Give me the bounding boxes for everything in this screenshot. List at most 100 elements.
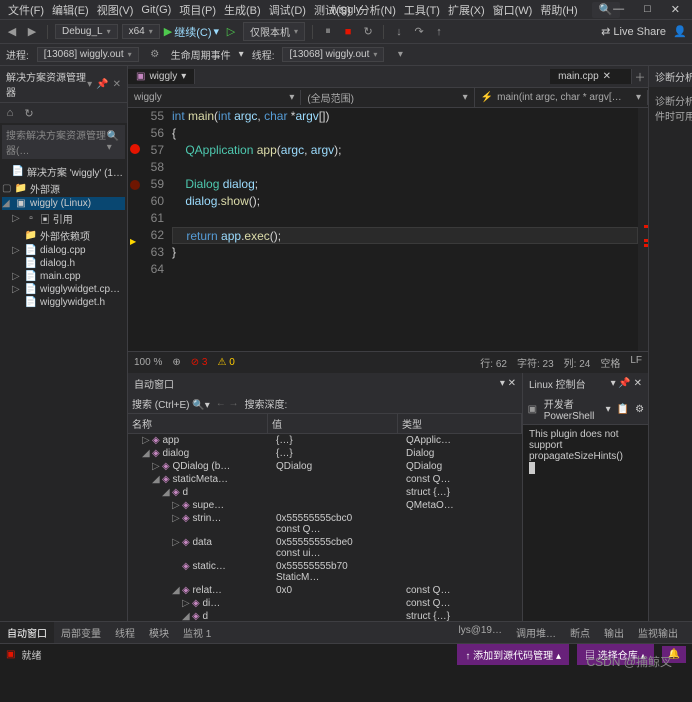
autos-row[interactable]: ▷◈ di…const Q… bbox=[128, 597, 522, 610]
tab-modules[interactable]: 模块 bbox=[142, 622, 176, 643]
close-icon[interactable]: ✕ bbox=[667, 1, 684, 18]
tab-watch-output[interactable]: 监视输出 bbox=[631, 622, 685, 643]
menu-git[interactable]: Git(G) bbox=[137, 2, 175, 18]
continue-button[interactable]: ▶继续(C)▾ bbox=[164, 24, 219, 40]
tree-item[interactable]: ◢▣wiggly (Linux) bbox=[2, 197, 125, 210]
line-indicator[interactable]: 行: 62 bbox=[480, 355, 507, 370]
nav-project[interactable]: wiggly▾ bbox=[128, 90, 301, 105]
tree-item[interactable]: ▷📄wigglywidget.cp… bbox=[2, 283, 125, 296]
back-icon[interactable]: ◀ bbox=[4, 24, 20, 40]
editor-tab-main[interactable]: main.cpp ✕ bbox=[550, 69, 632, 84]
autos-row[interactable]: ◢◈ dialog{…}Dialog bbox=[128, 447, 522, 460]
autos-panel: 自动窗口▾ ✕ 搜索 (Ctrl+E) 🔍▾ ← → 搜索深度: 名称 值 类型 bbox=[128, 373, 523, 621]
new-tab-icon[interactable]: ＋ bbox=[632, 69, 648, 85]
tab-close-icon[interactable]: ✕ bbox=[603, 71, 611, 82]
autos-row[interactable]: ◢◈ relat…0x0const Q… bbox=[128, 584, 522, 597]
menu-debug[interactable]: 调试(D) bbox=[265, 0, 310, 20]
error-count[interactable]: ⊘ 3 bbox=[191, 357, 208, 368]
tab-remote[interactable]: lys@19… bbox=[452, 622, 510, 643]
tree-item[interactable]: 📁外部依赖项 bbox=[2, 227, 125, 244]
lifecycle-icon[interactable]: ⚙ bbox=[147, 47, 163, 63]
run-without-debug-icon[interactable]: ▷ bbox=[223, 24, 239, 40]
tree-item[interactable]: 📄wigglywidget.h bbox=[2, 296, 125, 309]
project-pill[interactable]: ▣ wiggly ▾ bbox=[128, 69, 195, 84]
menu-edit[interactable]: 编辑(E) bbox=[48, 0, 93, 20]
menu-help[interactable]: 帮助(H) bbox=[536, 0, 581, 20]
col-type[interactable]: 类型 bbox=[398, 414, 522, 433]
step-out-icon[interactable]: ↑ bbox=[431, 24, 447, 40]
minimap[interactable] bbox=[638, 108, 648, 351]
solution-search[interactable]: 搜索解决方案资源管理器(… 🔍▾ bbox=[2, 125, 125, 159]
autos-row[interactable]: ◈ static…0x55555555b70 StaticM… bbox=[128, 560, 522, 584]
eol-indicator[interactable]: LF bbox=[630, 355, 642, 370]
tree-item[interactable]: ▢📁外部源 bbox=[2, 180, 125, 197]
stop-icon[interactable]: ■ bbox=[340, 24, 356, 40]
tree-item[interactable]: ▷📄dialog.cpp bbox=[2, 244, 125, 257]
terminal-icon[interactable]: ▣ bbox=[527, 401, 538, 417]
account-icon[interactable]: 👤 bbox=[672, 24, 688, 40]
menu-build[interactable]: 生成(B) bbox=[220, 0, 265, 20]
tab-threads[interactable]: 线程 bbox=[108, 622, 142, 643]
live-share-button[interactable]: ⇄ Live Share bbox=[601, 25, 666, 38]
thread-selector[interactable]: [13068] wiggly.out▾ bbox=[282, 47, 384, 62]
home-icon[interactable]: ⌂ bbox=[2, 105, 18, 121]
tree-item[interactable]: 📄dialog.h bbox=[2, 257, 125, 270]
pin-icon[interactable]: 📌 bbox=[96, 79, 108, 90]
console-output[interactable]: This plugin does not support propagateSi… bbox=[523, 425, 648, 621]
tab-output[interactable]: 输出 bbox=[597, 622, 631, 643]
add-to-source-control[interactable]: ↑ 添加到源代码管理 ▴ bbox=[457, 644, 569, 665]
nav-scope[interactable]: (全局范围)▾ bbox=[301, 88, 474, 107]
autos-row[interactable]: ◢◈ dstruct {…} bbox=[128, 486, 522, 499]
minimize-icon[interactable]: — bbox=[609, 1, 628, 18]
notifications-icon[interactable]: 🔔 bbox=[662, 646, 686, 663]
process-selector[interactable]: [13068] wiggly.out▾ bbox=[37, 47, 139, 62]
menu-view[interactable]: 视图(V) bbox=[93, 0, 138, 20]
maximize-icon[interactable]: □ bbox=[640, 1, 655, 18]
debug-mode-selector[interactable]: 仅限本机▾ bbox=[243, 22, 305, 41]
forward-icon[interactable]: ▶ bbox=[24, 24, 40, 40]
pause-icon[interactable]: ⏸ bbox=[320, 24, 336, 40]
autos-row[interactable]: ▷◈ QDialog (b…QDialogQDialog bbox=[128, 460, 522, 473]
config-selector[interactable]: Debug_L▾ bbox=[55, 24, 118, 39]
autos-row[interactable]: ▷◈ app{…}QApplic… bbox=[128, 434, 522, 447]
warning-count[interactable]: ⚠ 0 bbox=[217, 357, 234, 368]
autos-row[interactable]: ▷◈ data0x55555555cbe0 const ui… bbox=[128, 536, 522, 560]
restart-icon[interactable]: ↻ bbox=[360, 24, 376, 40]
autos-row[interactable]: ▷◈ supe…QMetaO… bbox=[128, 499, 522, 512]
nav-icon[interactable]: ⊕ bbox=[172, 357, 180, 368]
menu-project[interactable]: 项目(P) bbox=[175, 0, 220, 20]
autos-search[interactable]: 搜索 (Ctrl+E) 🔍▾ bbox=[132, 396, 210, 411]
tree-item[interactable]: ▷📄main.cpp bbox=[2, 270, 125, 283]
step-into-icon[interactable]: ↓ bbox=[391, 24, 407, 40]
tree-item[interactable]: ▷▫▣ 引用 bbox=[2, 210, 125, 227]
indent-indicator[interactable]: 空格 bbox=[600, 355, 620, 370]
tab-autos[interactable]: 自动窗口 bbox=[0, 622, 54, 643]
select-repo[interactable]: ▤ 选择仓库 ▴ bbox=[577, 644, 654, 665]
zoom-level[interactable]: 100 % bbox=[134, 357, 162, 368]
copy-icon[interactable]: 📋 bbox=[617, 404, 629, 415]
col-indicator[interactable]: 列: 24 bbox=[564, 355, 591, 370]
tab-watch[interactable]: 监视 1 bbox=[176, 622, 218, 643]
col-value[interactable]: 值 bbox=[268, 414, 398, 433]
tab-locals[interactable]: 局部变量 bbox=[54, 622, 108, 643]
step-over-icon[interactable]: ↷ bbox=[411, 24, 427, 40]
menu-extensions[interactable]: 扩展(X) bbox=[444, 0, 489, 20]
tab-breakpoints[interactable]: 断点 bbox=[563, 622, 597, 643]
stack-frame-icon[interactable]: ▾ bbox=[392, 47, 408, 63]
tree-item[interactable]: 📄解决方案 'wiggly' (1… bbox=[2, 163, 125, 180]
dropdown-icon[interactable]: ▾ bbox=[87, 79, 92, 90]
menu-tools[interactable]: 工具(T) bbox=[400, 0, 444, 20]
platform-selector[interactable]: x64▾ bbox=[122, 24, 160, 39]
autos-row[interactable]: ▷◈ strin…0x55555555cbc0 const Q… bbox=[128, 512, 522, 536]
col-name[interactable]: 名称 bbox=[128, 414, 268, 433]
refresh-icon[interactable]: ↻ bbox=[21, 105, 37, 121]
nav-function[interactable]: ⚡main(int argc, char * argv[…▾ bbox=[475, 90, 648, 105]
code-editor[interactable]: ▶ 55565758596061626364 int main(int argc… bbox=[128, 108, 648, 351]
gear-icon[interactable]: ⚙ bbox=[635, 404, 644, 415]
autos-row[interactable]: ◢◈ staticMeta…const Q… bbox=[128, 473, 522, 486]
menu-window[interactable]: 窗口(W) bbox=[489, 0, 537, 20]
close-panel-icon[interactable]: ✕ bbox=[113, 79, 121, 90]
char-indicator[interactable]: 字符: 23 bbox=[517, 355, 554, 370]
tab-callstack[interactable]: 调用堆… bbox=[509, 622, 563, 643]
menu-file[interactable]: 文件(F) bbox=[4, 0, 48, 20]
